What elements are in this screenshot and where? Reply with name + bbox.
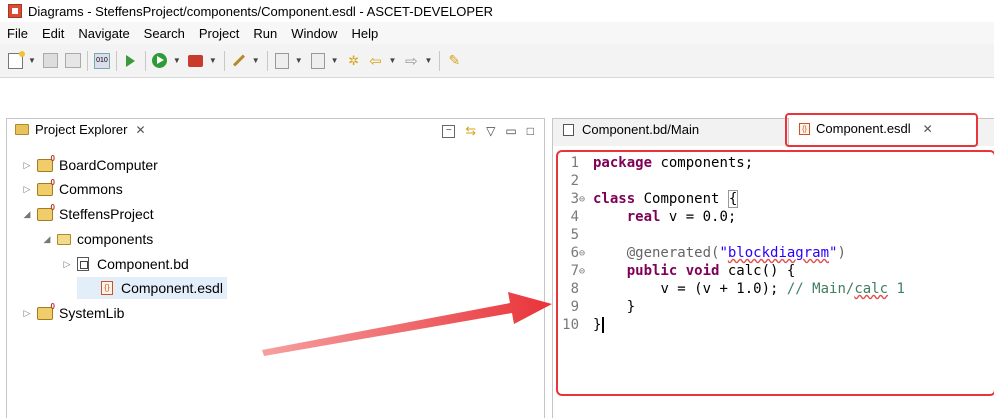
tab-label: Component.bd/Main (582, 122, 700, 137)
prev-annotation-dropdown-icon[interactable]: ▼ (331, 56, 339, 65)
tree-item-label: Component.esdl (121, 280, 223, 296)
project-explorer-tabbar: Project Explorer ✕ − ⇆ ▽ ▭ □ (6, 118, 545, 146)
minimize-icon[interactable]: ▭ (505, 124, 516, 138)
external-tools-icon[interactable] (187, 52, 205, 70)
expand-icon[interactable]: ▷ (21, 184, 33, 195)
project-icon (37, 203, 55, 221)
folder-icon (57, 233, 71, 245)
tree-item-component-esdl[interactable]: {} Component.esdl (77, 277, 227, 299)
run-dropdown-icon[interactable]: ▼ (173, 56, 181, 65)
menu-run[interactable]: Run (246, 26, 284, 41)
collapse-icon[interactable]: ◢ (41, 234, 53, 245)
tree-item-systemlib[interactable]: ▷ SystemLib (21, 302, 125, 324)
toolbar-separator (115, 50, 117, 71)
tab-project-explorer[interactable]: Project Explorer ✕ (15, 122, 146, 137)
tree-item-commons[interactable]: ▷ Commons (21, 178, 123, 200)
tree-item-label: Component.bd (97, 256, 189, 272)
tree-item-label: Commons (59, 181, 123, 197)
forward-icon[interactable]: ⇨ (402, 52, 420, 70)
tree-item-components[interactable]: ◢ components (41, 228, 154, 250)
expand-icon[interactable]: ▷ (21, 160, 33, 171)
collapse-all-icon[interactable]: − (442, 124, 456, 138)
expand-icon[interactable]: ▷ (61, 259, 73, 270)
save-icon[interactable] (42, 52, 60, 70)
window-title: Diagrams - SteffensProject/components/Co… (28, 3, 494, 19)
highlight-box-editor (556, 150, 994, 396)
forward-dropdown-icon[interactable]: ▼ (424, 56, 432, 65)
tree-item-label: SystemLib (59, 305, 125, 321)
new-icon[interactable] (6, 50, 25, 70)
project-tree: ▷ BoardComputer ▷ Commons ◢ SteffensProj… (6, 146, 545, 418)
blockdiagram-file-icon (563, 123, 574, 136)
view-actions: − ⇆ ▽ ▭ □ (442, 123, 534, 139)
menu-file[interactable]: File (0, 26, 35, 41)
app-icon (8, 4, 22, 18)
next-annotation-icon[interactable] (273, 52, 291, 70)
debug-run-icon[interactable] (122, 52, 140, 70)
tree-item-boardcomputer[interactable]: ▷ BoardComputer (21, 154, 158, 176)
project-icon (37, 154, 55, 172)
toolbar-separator (266, 50, 268, 71)
project-icon (37, 178, 55, 196)
tab-project-explorer-label: Project Explorer (35, 122, 128, 137)
menu-navigate[interactable]: Navigate (71, 26, 136, 41)
title-bar: Diagrams - SteffensProject/components/Co… (0, 0, 994, 22)
tab-component-bd-main[interactable]: Component.bd/Main (563, 122, 699, 137)
expand-icon[interactable]: ▷ (21, 308, 33, 319)
toolbar-separator (223, 50, 225, 71)
external-tools-dropdown-icon[interactable]: ▼ (209, 56, 217, 65)
project-explorer-icon (15, 124, 29, 135)
esdl-file-icon: {} (101, 281, 113, 295)
blockdiagram-file-icon (77, 257, 89, 271)
back-dropdown-icon[interactable]: ▼ (389, 56, 397, 65)
back-icon[interactable]: ⇦ (367, 52, 385, 70)
binary-icon[interactable]: 010 (93, 52, 111, 70)
toolbar-separator (144, 50, 146, 71)
new-dropdown-icon[interactable]: ▼ (28, 56, 36, 65)
main-toolbar: ▼ 010 ▼ ▼ ▼ ▼ ▼ ✲ ⇦ ▼ ⇨ ▼ ✎ (0, 44, 994, 78)
menu-bar: File Edit Navigate Search Project Run Wi… (0, 22, 994, 44)
link-with-editor-icon[interactable]: ⇆ (465, 123, 476, 139)
tree-item-label: BoardComputer (59, 157, 158, 173)
menu-help[interactable]: Help (344, 26, 385, 41)
menu-edit[interactable]: Edit (35, 26, 71, 41)
toolbar-separator (86, 50, 88, 71)
prev-annotation-icon[interactable] (309, 52, 327, 70)
menu-search[interactable]: Search (137, 26, 192, 41)
highlight-box-tab (785, 113, 978, 147)
wand-icon[interactable] (230, 52, 248, 70)
run-icon[interactable] (151, 52, 169, 70)
tree-item-label: components (77, 231, 154, 247)
tree-item-label: SteffensProject (59, 206, 154, 222)
menu-project[interactable]: Project (192, 26, 246, 41)
wand-dropdown-icon[interactable]: ▼ (252, 56, 260, 65)
pen-icon[interactable]: ✎ (445, 52, 463, 70)
close-icon[interactable]: ✕ (135, 123, 145, 137)
view-menu-icon[interactable]: ▽ (486, 124, 495, 138)
last-edit-icon[interactable]: ✲ (345, 52, 363, 70)
tree-item-steffensproject[interactable]: ◢ SteffensProject (21, 203, 154, 225)
maximize-icon[interactable]: □ (527, 124, 534, 138)
save-all-icon[interactable] (64, 52, 82, 70)
tree-item-component-bd[interactable]: ▷ Component.bd (61, 253, 189, 275)
project-icon (37, 302, 55, 320)
toolbar-separator (439, 50, 441, 71)
menu-window[interactable]: Window (284, 26, 344, 41)
next-annotation-dropdown-icon[interactable]: ▼ (295, 56, 303, 65)
collapse-icon[interactable]: ◢ (21, 209, 33, 220)
